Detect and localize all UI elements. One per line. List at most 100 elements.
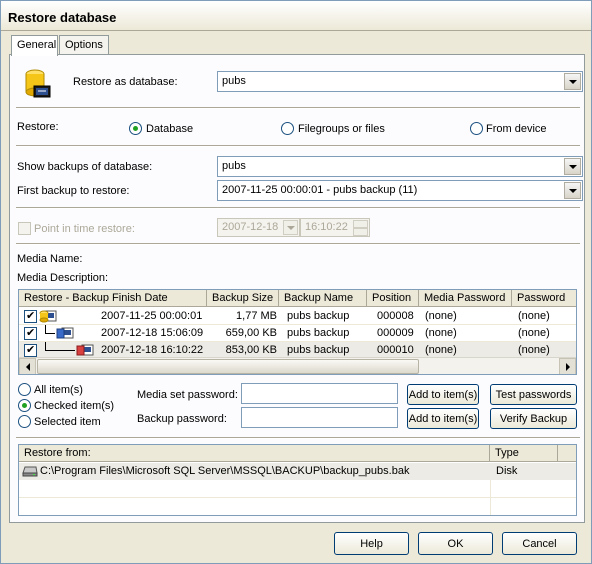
row-date: 2007-11-25 00:00:01 [101, 310, 203, 322]
row-divider [19, 497, 576, 498]
column-header-backup-name[interactable]: Backup Name [279, 290, 367, 307]
verify-backup-button[interactable]: Verify Backup [490, 408, 577, 429]
scrollbar-thumb[interactable] [37, 359, 419, 374]
database-icon [24, 69, 52, 99]
all-items-label: All item(s) [34, 384, 83, 396]
restore-from-path: C:\Program Files\Microsoft SQL Server\MS… [40, 465, 410, 477]
point-in-time-date: 2007-12-18 [222, 221, 279, 233]
show-backups-combo[interactable]: pubs [217, 156, 583, 177]
date-dropdown-button[interactable] [283, 220, 298, 235]
horizontal-scrollbar[interactable] [19, 357, 576, 374]
selected-item-radio[interactable] [18, 415, 31, 428]
restore-from-device-radio[interactable] [470, 122, 483, 135]
ok-button[interactable]: OK [418, 532, 493, 555]
row-position: 000010 [377, 344, 414, 356]
row-size: 659,00 KB [225, 327, 277, 339]
show-backups-value: pubs [222, 160, 246, 172]
separator [16, 243, 580, 245]
chevron-down-icon [286, 225, 295, 230]
row-name: pubs backup [287, 327, 350, 339]
first-backup-label: First backup to restore: [17, 185, 130, 197]
all-items-radio[interactable] [18, 383, 31, 396]
row-password: (none) [518, 344, 550, 356]
restore-label: Restore: [17, 121, 59, 133]
first-backup-value: 2007-11-25 00:00:01 - pubs backup (11) [222, 184, 418, 196]
column-header-type[interactable]: Type [490, 445, 558, 462]
ok-button-label: OK [447, 537, 464, 550]
row-name: pubs backup [287, 344, 350, 356]
row-checkbox[interactable] [24, 326, 37, 340]
point-in-time-date-picker[interactable]: 2007-12-18 [217, 218, 300, 237]
verify-backup-label: Verify Backup [499, 412, 568, 425]
restore-as-database-combo[interactable]: pubs [217, 71, 583, 92]
tab-general[interactable]: General [11, 35, 58, 56]
backup-icon [56, 326, 74, 340]
chevron-down-icon [568, 79, 577, 84]
add-backup-password-button[interactable]: Add to item(s) [407, 408, 479, 429]
scroll-right-button[interactable] [559, 358, 576, 374]
separator [16, 207, 580, 209]
chevron-down-icon [568, 188, 577, 193]
restore-database-radio[interactable] [129, 122, 142, 135]
arrow-left-icon [25, 362, 30, 371]
column-header-finish-date[interactable]: Restore - Backup Finish Date [19, 290, 207, 307]
add-media-password-button[interactable]: Add to item(s) [407, 384, 479, 405]
restore-as-dropdown-button[interactable] [564, 73, 581, 90]
row-checkbox[interactable] [24, 343, 37, 357]
restore-filegroups-radio[interactable] [281, 122, 294, 135]
show-backups-dropdown-button[interactable] [564, 158, 581, 175]
restore-from-grid[interactable]: Restore from: Type C:\Program Files\Micr… [18, 444, 577, 516]
first-backup-dropdown-button[interactable] [564, 182, 581, 199]
checked-items-radio[interactable] [18, 399, 31, 412]
point-in-time-time-spinner[interactable]: 16:10:22 [300, 218, 370, 237]
tree-connector [45, 325, 55, 334]
column-header-filler [558, 445, 576, 462]
point-in-time-label: Point in time restore: [34, 223, 135, 235]
row-password: (none) [518, 327, 550, 339]
restore-filegroups-label: Filegroups or files [298, 123, 385, 135]
point-in-time-checkbox[interactable] [18, 222, 31, 235]
row-media-password: (none) [425, 344, 457, 356]
selected-item-label: Selected item [34, 416, 101, 428]
disk-drive-icon [22, 466, 38, 477]
test-passwords-button[interactable]: Test passwords [490, 384, 577, 405]
column-header-password[interactable]: Password [512, 290, 576, 307]
column-header-restore-from[interactable]: Restore from: [19, 445, 490, 462]
media-set-password-label: Media set password: [137, 389, 238, 401]
tab-options[interactable]: Options [59, 35, 109, 55]
tab-general-label: General [17, 39, 57, 51]
column-header-media-password[interactable]: Media Password [419, 290, 512, 307]
column-header-backup-size[interactable]: Backup Size [207, 290, 279, 307]
row-checkbox[interactable] [24, 309, 37, 323]
table-row[interactable]: 2007-12-18 15:06:09 659,00 KB pubs backu… [19, 325, 576, 342]
table-row[interactable]: C:\Program Files\Microsoft SQL Server\MS… [19, 463, 576, 480]
backup-password-input[interactable] [241, 407, 398, 428]
general-tab-panel: Restore as database: pubs Restore: Datab… [9, 54, 585, 523]
window-title: Restore database [8, 10, 117, 25]
cancel-button-label: Cancel [522, 537, 557, 550]
backup-password-label: Backup password: [137, 413, 227, 425]
backup-sets-grid[interactable]: Restore - Backup Finish Date Backup Size… [18, 289, 577, 375]
first-backup-combo[interactable]: 2007-11-25 00:00:01 - pubs backup (11) [217, 180, 583, 201]
show-backups-label: Show backups of database: [17, 161, 153, 173]
cancel-button[interactable]: Cancel [502, 532, 577, 555]
checked-items-label: Checked item(s) [34, 400, 115, 412]
help-button[interactable]: Help [334, 532, 409, 555]
column-header-position[interactable]: Position [367, 290, 419, 307]
spin-down-icon[interactable] [353, 228, 368, 236]
row-media-password: (none) [425, 327, 457, 339]
spin-up-icon[interactable] [353, 220, 368, 228]
media-set-password-input[interactable] [241, 383, 398, 404]
scroll-left-button[interactable] [19, 358, 36, 374]
row-date: 2007-12-18 15:06:09 [101, 327, 204, 339]
row-name: pubs backup [287, 310, 350, 322]
help-button-label: Help [360, 537, 383, 550]
title-bar[interactable]: Restore database [1, 1, 591, 31]
restore-from-type: Disk [496, 465, 518, 477]
table-row[interactable]: 2007-11-25 00:00:01 1,77 MB pubs backup … [19, 308, 576, 325]
backup-icon [76, 343, 94, 357]
chevron-down-icon [568, 164, 577, 169]
arrow-right-icon [565, 362, 570, 371]
separator [16, 145, 580, 147]
row-position: 000009 [377, 327, 414, 339]
